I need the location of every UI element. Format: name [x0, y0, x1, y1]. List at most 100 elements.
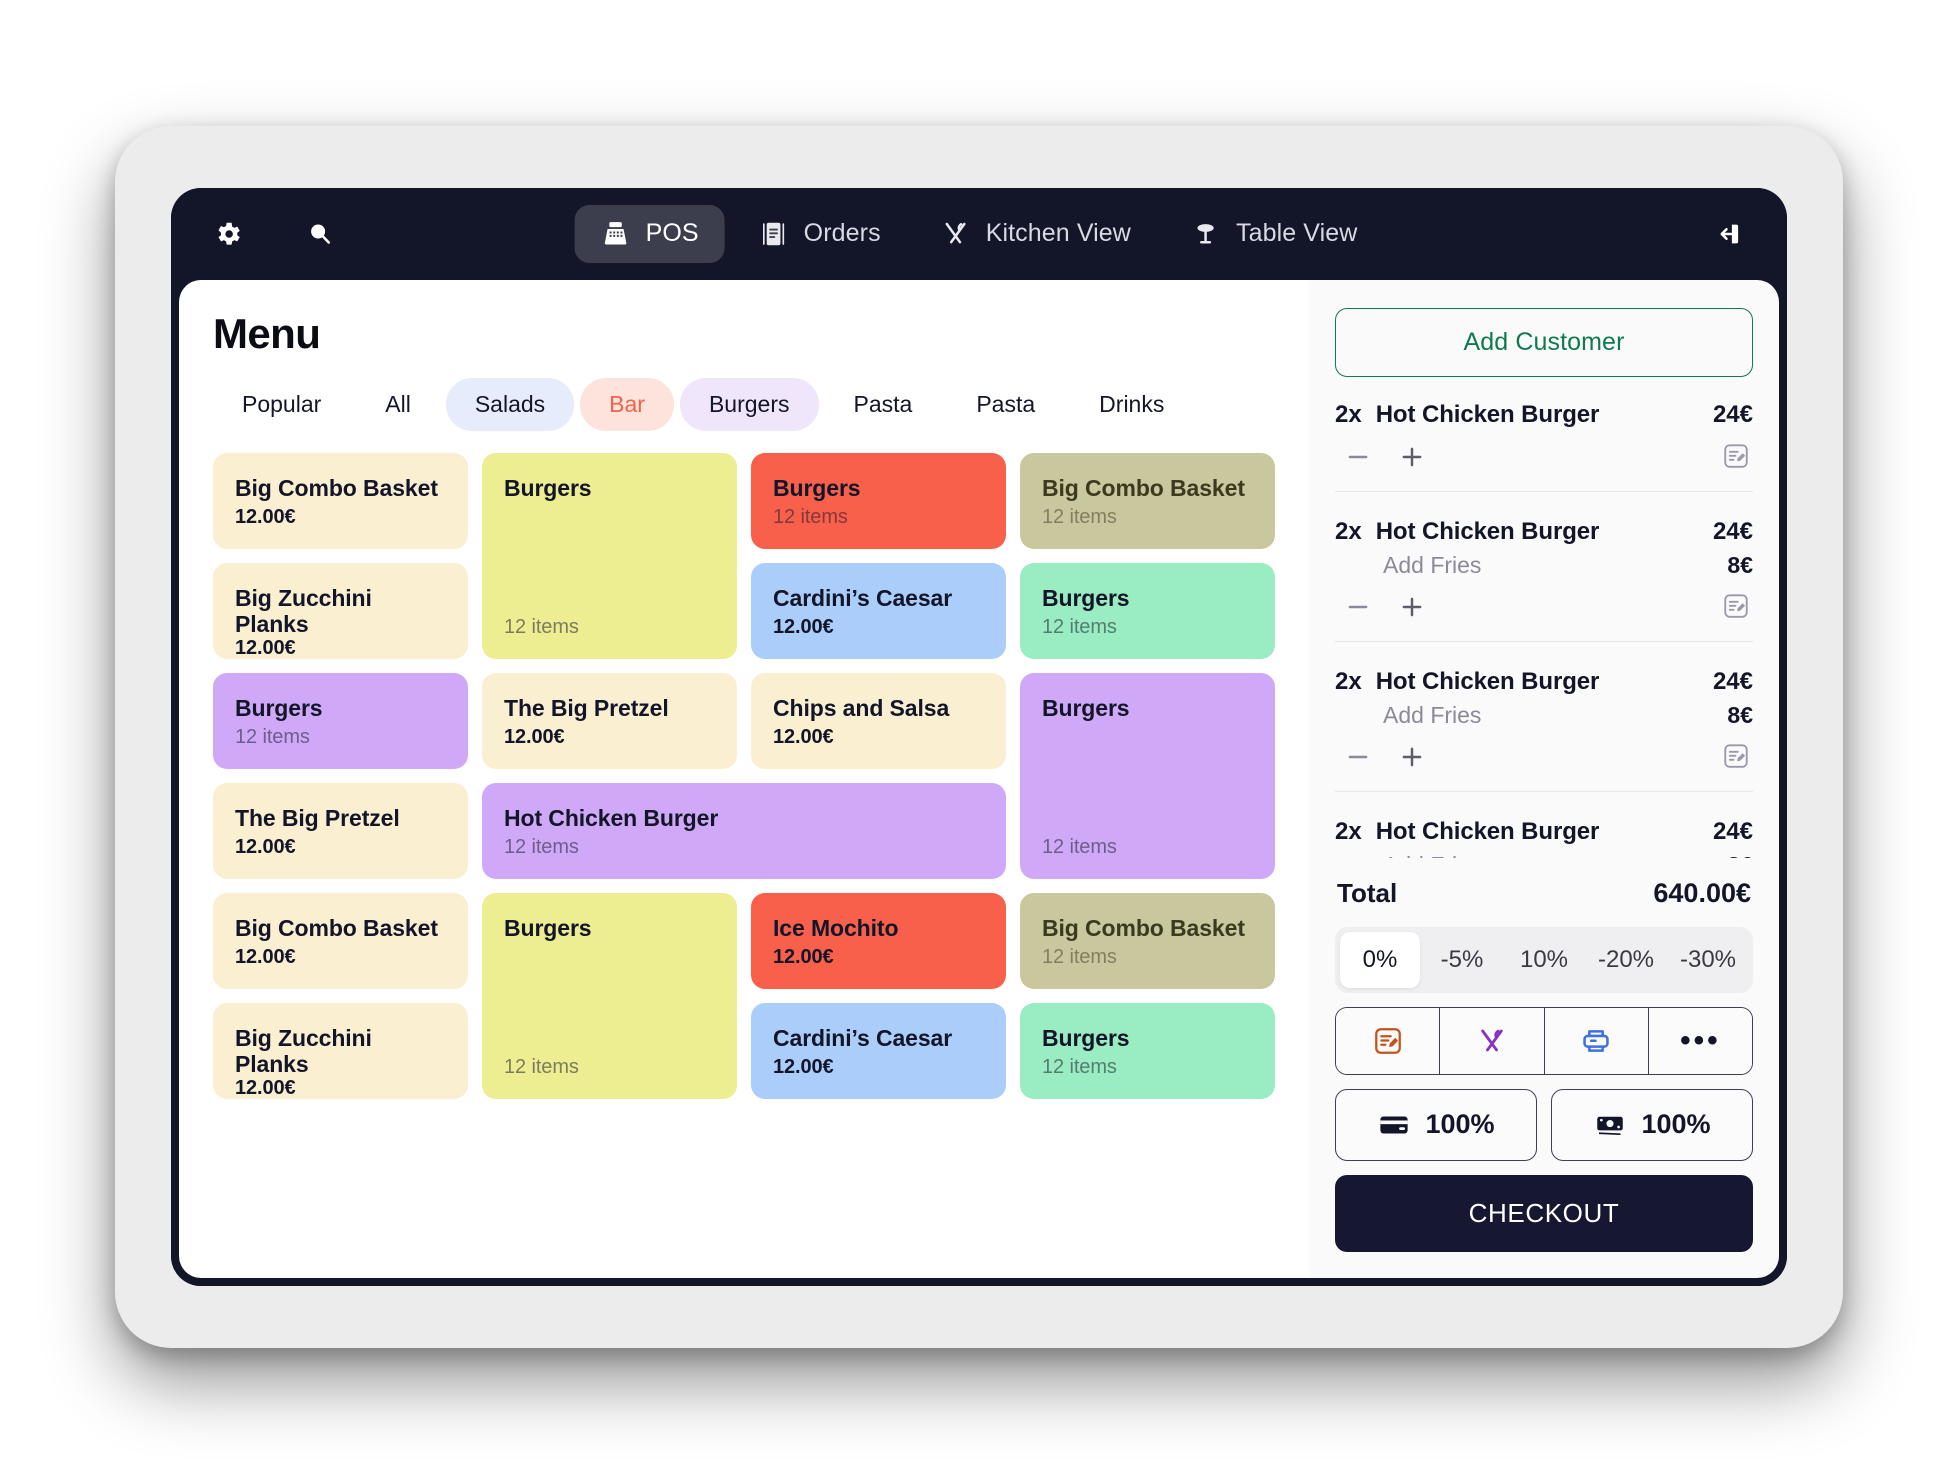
- checkout-button[interactable]: CHECKOUT: [1335, 1174, 1753, 1252]
- menu-card-title: Cardini’s Caesar: [773, 584, 953, 611]
- tab-pos[interactable]: POS: [574, 204, 725, 263]
- category-filter-row: Popular All Salads Bar Burgers Pasta Pasta Drin…: [213, 377, 1275, 431]
- menu-card-title: Big Combo Basket: [1042, 914, 1245, 941]
- note-edit-icon: [1721, 591, 1751, 626]
- menu-card-item-count: 12 items: [1042, 945, 1117, 968]
- menu-card[interactable]: Burgers 12 items: [751, 452, 1006, 549]
- menu-card-item-count: 12 items: [235, 725, 310, 748]
- increase-quantity-button[interactable]: [1389, 439, 1435, 479]
- minus-icon: [1344, 743, 1372, 774]
- search-icon[interactable]: [303, 217, 337, 251]
- decrease-quantity-button[interactable]: [1335, 739, 1381, 779]
- order-items-list: 2x Hot Chicken Burger 24€ 2x Hot Chicken Bur…: [1335, 383, 1753, 858]
- menu-card[interactable]: Ice Mochito 12.00€: [751, 892, 1006, 989]
- card-payment-label: 100%: [1425, 1109, 1495, 1139]
- decrease-quantity-button[interactable]: [1335, 439, 1381, 479]
- main-nav-tabs: POS Orders Kitchen View Table View: [574, 204, 1384, 263]
- menu-card[interactable]: Burgers 12 items: [1020, 672, 1275, 879]
- increase-quantity-button[interactable]: [1389, 739, 1435, 779]
- category-chip[interactable]: Pasta: [947, 378, 1064, 431]
- order-item-main: 2x Hot Chicken Burger 24€: [1335, 518, 1753, 546]
- category-chip[interactable]: Burgers: [679, 377, 819, 431]
- menu-card[interactable]: Cardini’s Caesar 12.00€: [751, 562, 1006, 659]
- cutlery-icon-button[interactable]: [1440, 1007, 1545, 1074]
- menu-card[interactable]: Burgers 12 items: [1020, 1002, 1275, 1099]
- menu-card[interactable]: The Big Pretzel 12.00€: [482, 672, 737, 769]
- discount-chip[interactable]: -30%: [1668, 932, 1748, 988]
- cash-payment-button[interactable]: 100%: [1551, 1088, 1753, 1161]
- order-item-quantity: 2x: [1335, 517, 1362, 545]
- decrease-quantity-button[interactable]: [1335, 589, 1381, 629]
- tab-table-view[interactable]: Table View: [1165, 205, 1383, 263]
- order-item-divider: [1335, 790, 1753, 792]
- discount-chip[interactable]: 10%: [1504, 932, 1584, 988]
- note-edit-icon: [1721, 441, 1751, 476]
- menu-card[interactable]: Burgers 12 items: [482, 452, 737, 659]
- discount-chip[interactable]: -20%: [1586, 932, 1666, 988]
- tab-kitchen-view[interactable]: Kitchen View: [915, 205, 1157, 263]
- order-item-modifier-name: Add Fries: [1383, 551, 1482, 578]
- menu-card[interactable]: Burgers 12 items: [1020, 562, 1275, 659]
- edit-order-item-button[interactable]: [1719, 742, 1753, 776]
- menu-card-title: Hot Chicken Burger: [504, 804, 719, 831]
- order-item-modifier: Add Fries 8€: [1335, 702, 1753, 729]
- card-payment-button[interactable]: 100%: [1335, 1088, 1537, 1161]
- menu-card[interactable]: Big Combo Basket 12.00€: [213, 892, 468, 989]
- menu-card[interactable]: Big Zucchini Planks 12.00€: [213, 562, 468, 659]
- category-chip[interactable]: Bar: [580, 377, 674, 431]
- menu-card[interactable]: Big Combo Basket 12.00€: [213, 452, 468, 549]
- menu-card[interactable]: The Big Pretzel 12.00€: [213, 782, 468, 879]
- menu-card[interactable]: Burgers 12 items: [482, 892, 737, 1099]
- total-label: Total: [1337, 877, 1398, 908]
- printer-icon-button[interactable]: [1544, 1007, 1649, 1074]
- order-item-divider: [1335, 640, 1753, 642]
- order-item-main: 2x Hot Chicken Burger 24€: [1335, 668, 1753, 696]
- menu-card[interactable]: Big Combo Basket 12 items: [1020, 452, 1275, 549]
- tab-orders[interactable]: Orders: [733, 205, 907, 263]
- discount-chip[interactable]: 0%: [1340, 931, 1420, 988]
- add-customer-button[interactable]: Add Customer: [1335, 307, 1753, 377]
- order-item-controls: [1335, 439, 1753, 479]
- increase-quantity-button[interactable]: [1389, 589, 1435, 629]
- order-item-main: 2x Hot Chicken Burger 24€: [1335, 818, 1753, 846]
- edit-order-item-button[interactable]: [1719, 592, 1753, 626]
- tab-kitchen-view-label: Kitchen View: [985, 219, 1131, 247]
- menu-card-item-count: 12 items: [504, 615, 579, 638]
- menu-card[interactable]: Cardini’s Caesar 12.00€: [751, 1002, 1006, 1099]
- more-icon: •••: [1680, 1023, 1721, 1057]
- order-item-price: 24€: [1712, 817, 1753, 845]
- menu-card[interactable]: Big Combo Basket 12 items: [1020, 892, 1275, 989]
- category-chip[interactable]: Pasta: [825, 378, 942, 431]
- menu-card-title: Big Zucchini Planks: [235, 1024, 372, 1077]
- menu-card[interactable]: Hot Chicken Burger 12 items: [482, 782, 1006, 879]
- order-total-row: Total 640.00€: [1335, 858, 1753, 927]
- gear-icon[interactable]: [211, 217, 245, 251]
- category-chip[interactable]: All: [356, 378, 440, 431]
- menu-card[interactable]: Big Zucchini Planks 12.00€: [213, 1002, 468, 1099]
- menu-card[interactable]: Burgers 12 items: [213, 672, 468, 769]
- order-item-name: Hot Chicken Burger: [1375, 817, 1600, 845]
- order-pane: Add Customer 2x Hot Chicken Burger 24€ 2x Ho…: [1309, 279, 1779, 1278]
- menu-pane: Menu Popular All Salads Bar Burgers Pasta Past…: [179, 279, 1309, 1278]
- printer-icon: [1580, 1025, 1612, 1057]
- order-item-quantity: 2x: [1335, 400, 1362, 428]
- cash-icon: [1593, 1108, 1627, 1142]
- category-chip[interactable]: Salads: [445, 377, 575, 431]
- category-chip[interactable]: Drinks: [1070, 378, 1193, 431]
- menu-card-item-count: 12 items: [504, 835, 579, 858]
- menu-card-title: Burgers: [773, 474, 861, 501]
- order-item-name: Hot Chicken Burger: [1375, 667, 1600, 695]
- more-icon-button[interactable]: •••: [1648, 1007, 1752, 1074]
- order-item-controls: [1335, 739, 1753, 779]
- order-item-modifier-name: Add Fries: [1383, 701, 1482, 728]
- discount-chip[interactable]: -5%: [1422, 932, 1502, 988]
- edit-order-item-button[interactable]: [1719, 442, 1753, 476]
- menu-card[interactable]: Chips and Salsa 12.00€: [751, 672, 1006, 769]
- note-edit-icon-button[interactable]: [1336, 1007, 1441, 1074]
- card-icon: [1377, 1108, 1411, 1142]
- order-item: 2x Hot Chicken Burger 24€: [1335, 383, 1753, 500]
- order-item-name: Hot Chicken Burger: [1375, 517, 1600, 545]
- category-chip[interactable]: Popular: [213, 378, 350, 431]
- logout-icon[interactable]: [1713, 217, 1747, 251]
- menu-card-title: Cardini’s Caesar: [773, 1024, 953, 1051]
